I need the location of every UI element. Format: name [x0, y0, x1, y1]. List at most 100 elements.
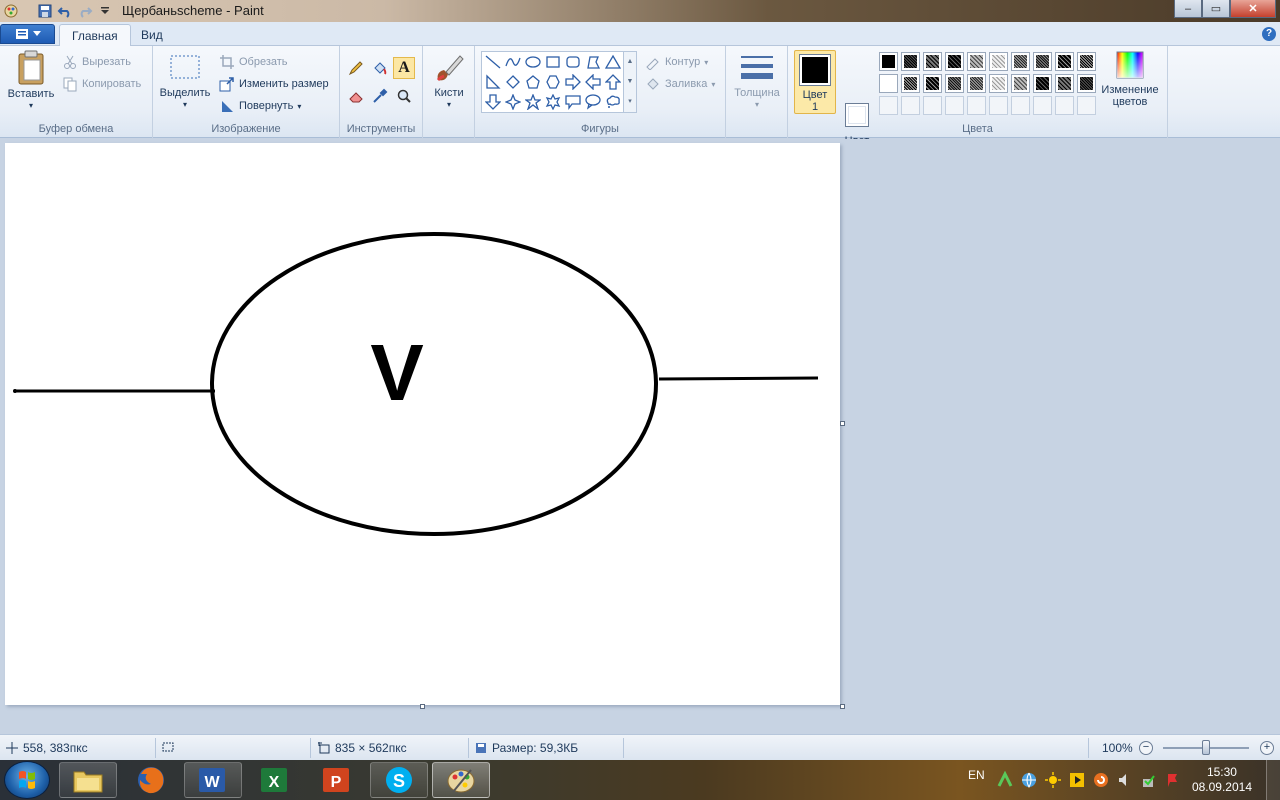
palette-swatch[interactable] [1011, 74, 1030, 93]
fill-tool[interactable] [369, 57, 391, 79]
curve-shape[interactable] [503, 52, 523, 72]
palette-swatch[interactable] [989, 74, 1008, 93]
customize-qa-icon[interactable] [96, 2, 114, 20]
drawing-canvas[interactable]: V [5, 143, 840, 705]
four-point-star-shape[interactable] [503, 92, 523, 112]
tab-home[interactable]: Главная [59, 24, 131, 47]
palette-swatch[interactable] [1033, 52, 1052, 71]
color-picker-tool[interactable] [369, 85, 391, 107]
palette-swatch[interactable] [1033, 74, 1052, 93]
close-button[interactable]: ✕ [1230, 0, 1276, 18]
clock[interactable]: 15:30 08.09.2014 [1192, 765, 1252, 795]
oval-shape[interactable] [523, 52, 543, 72]
palette-swatch[interactable] [1055, 96, 1074, 115]
edit-colors-button[interactable]: Изменение цветов [1098, 50, 1162, 108]
weather-icon[interactable] [1044, 771, 1062, 789]
volume-icon[interactable] [1116, 771, 1134, 789]
magnifier-tool[interactable] [393, 85, 415, 107]
action-center-icon[interactable] [1164, 771, 1182, 789]
palette-swatch[interactable] [1077, 52, 1096, 71]
palette-swatch[interactable] [879, 52, 898, 71]
network-icon[interactable] [1140, 771, 1158, 789]
line-shape[interactable] [483, 52, 503, 72]
minimize-button[interactable]: – [1174, 0, 1202, 18]
palette-swatch[interactable] [945, 74, 964, 93]
crop-button[interactable]: Обрезать [219, 54, 288, 70]
palette-swatch[interactable] [1077, 74, 1096, 93]
down-arrow-shape[interactable] [483, 92, 503, 112]
language-indicator[interactable]: EN [968, 768, 985, 782]
pentagon-shape[interactable] [523, 72, 543, 92]
zoom-slider-thumb[interactable] [1202, 740, 1210, 755]
oval-callout-shape[interactable] [583, 92, 603, 112]
cloud-callout-shape[interactable] [603, 92, 623, 112]
refresh-icon[interactable] [1092, 771, 1110, 789]
text-tool[interactable]: A [393, 57, 415, 79]
rotate-button[interactable]: Повернуть ▾ [219, 98, 301, 114]
right-arrow-shape[interactable] [563, 72, 583, 92]
help-icon[interactable]: ? [1262, 27, 1276, 41]
left-arrow-shape[interactable] [583, 72, 603, 92]
up-arrow-shape[interactable] [603, 72, 623, 92]
palette-swatch[interactable] [923, 74, 942, 93]
six-point-star-shape[interactable] [543, 92, 563, 112]
size-button[interactable]: Толщина ▾ [731, 50, 783, 111]
resize-handle-bottom[interactable] [420, 704, 425, 709]
palette-swatch[interactable] [923, 52, 942, 71]
brushes-button[interactable]: Кисти ▾ [427, 50, 471, 111]
palette-swatch[interactable] [879, 96, 898, 115]
outline-button[interactable]: Контур ▾ [645, 54, 708, 70]
palette-swatch[interactable] [923, 96, 942, 115]
fill-button[interactable]: Заливка ▾ [645, 76, 715, 92]
taskbar-powerpoint[interactable]: P [308, 762, 366, 798]
tray-app-icon[interactable] [996, 771, 1014, 789]
palette-swatch[interactable] [1077, 96, 1096, 115]
polygon-shape[interactable] [583, 52, 603, 72]
right-triangle-shape[interactable] [483, 72, 503, 92]
color2-swatch[interactable] [845, 103, 869, 127]
save-icon[interactable] [36, 2, 54, 20]
five-point-star-shape[interactable] [523, 92, 543, 112]
triangle-shape[interactable] [603, 52, 623, 72]
shapes-scroll[interactable]: ▲ ▼ ▾ [623, 52, 636, 112]
palette-swatch[interactable] [945, 96, 964, 115]
palette-swatch[interactable] [1033, 96, 1052, 115]
palette-swatch[interactable] [1011, 52, 1030, 71]
copy-button[interactable]: Копировать [62, 76, 141, 92]
palette-swatch[interactable] [967, 96, 986, 115]
start-button[interactable] [4, 761, 50, 799]
palette-swatch[interactable] [945, 52, 964, 71]
select-button[interactable]: Выделить ▾ [159, 50, 211, 111]
taskbar-firefox[interactable] [122, 762, 180, 798]
show-desktop-button[interactable] [1266, 760, 1280, 800]
globe-icon[interactable] [1020, 771, 1038, 789]
palette-swatch[interactable] [967, 52, 986, 71]
palette-swatch[interactable] [1055, 52, 1074, 71]
palette-swatch[interactable] [901, 74, 920, 93]
resize-handle-right[interactable] [840, 421, 845, 426]
rounded-rect-shape[interactable] [563, 52, 583, 72]
paste-button[interactable]: Вставить ▾ [6, 50, 56, 112]
zoom-out-button[interactable]: − [1139, 741, 1153, 755]
paint-menu-button[interactable] [0, 24, 55, 44]
palette-swatch[interactable] [1011, 96, 1030, 115]
palette-swatch[interactable] [989, 52, 1008, 71]
palette-swatch[interactable] [989, 96, 1008, 115]
canvas-workspace[interactable]: V [0, 139, 1280, 734]
cut-button[interactable]: Вырезать [62, 54, 131, 70]
resize-handle-corner[interactable] [840, 704, 845, 709]
palette-swatch[interactable] [901, 96, 920, 115]
hexagon-shape[interactable] [543, 72, 563, 92]
eraser-tool[interactable] [345, 85, 367, 107]
paint-app-icon[interactable] [2, 2, 20, 20]
redo-icon[interactable] [76, 2, 94, 20]
media-player-icon[interactable] [1068, 771, 1086, 789]
pencil-tool[interactable] [345, 57, 367, 79]
palette-swatch[interactable] [901, 52, 920, 71]
taskbar-excel[interactable]: X [246, 762, 304, 798]
maximize-button[interactable]: ▭ [1202, 0, 1230, 18]
zoom-in-button[interactable]: + [1260, 741, 1274, 755]
tab-view[interactable]: Вид [129, 24, 175, 46]
palette-swatch[interactable] [1055, 74, 1074, 93]
taskbar-paint[interactable] [432, 762, 490, 798]
